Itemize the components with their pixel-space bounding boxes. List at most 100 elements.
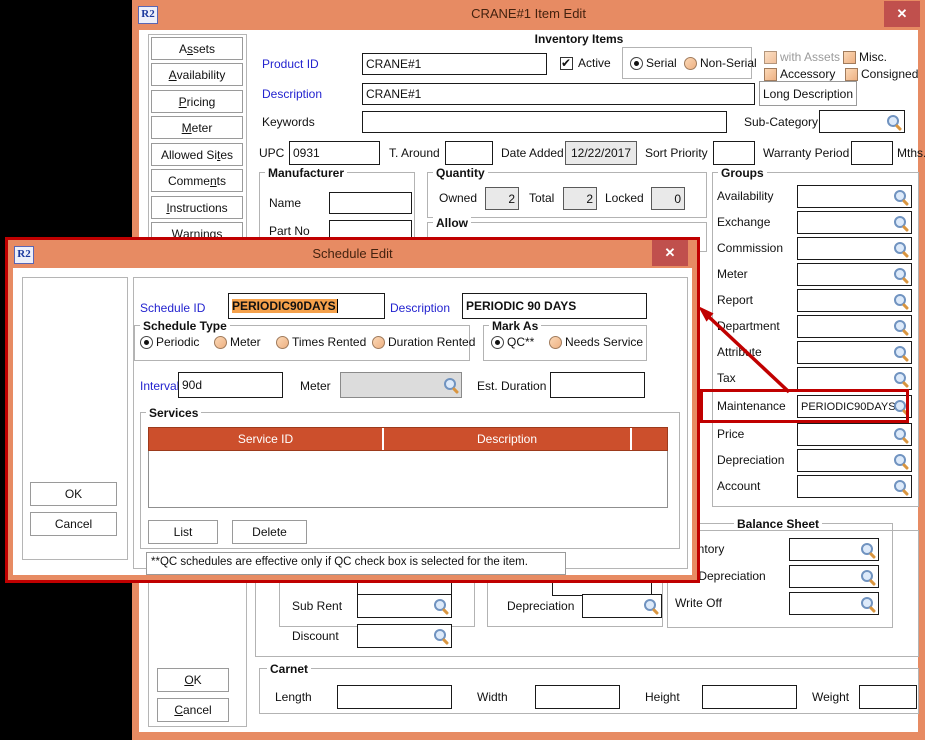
active-checkbox[interactable]: [560, 56, 573, 70]
search-icon[interactable]: [443, 377, 459, 393]
group-field-availability[interactable]: [797, 185, 912, 208]
consigned-checkbox[interactable]: [845, 68, 858, 81]
group-field-department[interactable]: [797, 315, 912, 338]
sched-description-field[interactable]: PERIODIC 90 DAYS: [462, 293, 647, 319]
service-id-column-header[interactable]: Service ID: [149, 428, 384, 450]
date-added-label: Date Added: [501, 146, 564, 160]
services-caption: Services: [146, 406, 202, 420]
item-edit-titlebar[interactable]: R2 CRANE#1 Item Edit ✕: [132, 0, 925, 28]
search-icon[interactable]: [893, 453, 909, 469]
group-field-report[interactable]: [797, 289, 912, 312]
close-icon[interactable]: ✕: [652, 240, 688, 266]
accessory-label: Accessory: [780, 67, 836, 81]
upc-label: UPC: [259, 146, 285, 160]
misc-checkbox[interactable]: [843, 51, 856, 64]
duration-rented-radio[interactable]: [372, 336, 385, 349]
length-field[interactable]: [337, 685, 452, 709]
groups-caption: Groups: [718, 166, 767, 180]
search-icon[interactable]: [433, 628, 449, 644]
depreciation-label: Depreciation: [507, 599, 575, 613]
group-field-account[interactable]: [797, 475, 912, 498]
group-label-report: Report: [717, 293, 754, 307]
needs-service-radio[interactable]: [549, 336, 562, 349]
schedule-edit-titlebar[interactable]: R2 Schedule Edit ✕: [8, 240, 697, 268]
sidebar-item-instructions[interactable]: Instructions: [151, 196, 243, 219]
description-label: Description: [262, 87, 323, 101]
non-serial-radio[interactable]: [684, 57, 697, 70]
schedule-id-field[interactable]: PERIODIC90DAYS: [228, 293, 385, 319]
upc-value: 0931: [293, 146, 320, 160]
sub-category-field[interactable]: [819, 110, 905, 133]
search-icon[interactable]: [893, 189, 909, 205]
sidebar-item-meter[interactable]: Meter: [151, 116, 243, 139]
close-icon[interactable]: ✕: [884, 1, 920, 27]
group-field-maintenance[interactable]: PERIODIC90DAYS: [797, 395, 912, 418]
delete-button[interactable]: Delete: [232, 520, 307, 544]
interval-field[interactable]: 90d: [178, 372, 283, 398]
services-table-body[interactable]: [148, 451, 668, 508]
upc-field[interactable]: 0931: [289, 141, 380, 165]
accessory-checkbox[interactable]: [764, 68, 777, 81]
with-assets-checkbox[interactable]: [764, 51, 777, 64]
width-field[interactable]: [535, 685, 620, 709]
group-field-depreciation[interactable]: [797, 449, 912, 472]
group-field-meter[interactable]: [797, 263, 912, 286]
item-edit-cancel-button[interactable]: Cancel: [157, 698, 229, 722]
search-icon[interactable]: [893, 215, 909, 231]
discount-field[interactable]: [357, 624, 452, 648]
search-icon[interactable]: [893, 427, 909, 443]
sidebar-item-comments[interactable]: Comme n ts: [151, 169, 243, 192]
t-around-field[interactable]: [445, 141, 493, 165]
schedule-edit-ok-button[interactable]: OK: [30, 482, 117, 506]
schedule-edit-cancel-button[interactable]: Cancel: [30, 512, 117, 536]
search-icon[interactable]: [893, 319, 909, 335]
discount-label: Discount: [292, 629, 339, 643]
group-label-commission: Commission: [717, 241, 784, 255]
group-field-exchange[interactable]: [797, 211, 912, 234]
group-field-price[interactable]: [797, 423, 912, 446]
periodic-radio[interactable]: [140, 336, 153, 349]
sub-rent-field[interactable]: [357, 594, 452, 618]
search-icon[interactable]: [886, 114, 902, 130]
sidebar-item-assets[interactable]: As sets: [151, 37, 243, 60]
item-edit-ok-button[interactable]: OK: [157, 668, 229, 692]
list-button[interactable]: List: [148, 520, 218, 544]
warranty-period-field[interactable]: [851, 141, 893, 165]
sidebar-item-availability[interactable]: Availability: [151, 63, 243, 86]
search-icon[interactable]: [893, 399, 909, 415]
meter-radio[interactable]: [214, 336, 227, 349]
description-field[interactable]: CRANE#1: [362, 83, 755, 105]
weight-field[interactable]: [859, 685, 917, 709]
description-column-header[interactable]: Description: [384, 428, 632, 450]
sidebar-item-pricing[interactable]: Pricing: [151, 90, 243, 113]
est-duration-field[interactable]: [550, 372, 645, 398]
product-id-label: Product ID: [262, 57, 319, 71]
schedule-id-label: Schedule ID: [140, 301, 206, 315]
search-icon[interactable]: [893, 371, 909, 387]
keywords-field[interactable]: [362, 111, 727, 133]
depreciation-field[interactable]: [582, 594, 662, 618]
product-id-field[interactable]: CRANE#1: [362, 53, 547, 75]
serial-radio[interactable]: [630, 57, 643, 70]
group-label-tax: Tax: [717, 371, 736, 385]
search-icon[interactable]: [893, 293, 909, 309]
group-field-attribute[interactable]: [797, 341, 912, 364]
sidebar-item-allowed-sites[interactable]: Allowed Si t es: [151, 143, 243, 166]
group-label-depreciation: Depreciation: [717, 453, 785, 467]
search-icon[interactable]: [643, 598, 659, 614]
search-icon[interactable]: [433, 598, 449, 614]
manufacturer-name-field[interactable]: [329, 192, 412, 214]
height-field[interactable]: [702, 685, 797, 709]
times-rented-radio[interactable]: [276, 336, 289, 349]
sched-meter-label: Meter: [300, 379, 331, 393]
long-description-button[interactable]: Long Description: [759, 81, 857, 106]
qc-radio[interactable]: [491, 336, 504, 349]
search-icon[interactable]: [893, 345, 909, 361]
search-icon[interactable]: [893, 267, 909, 283]
group-field-tax[interactable]: [797, 367, 912, 390]
search-icon[interactable]: [893, 479, 909, 495]
group-field-commission[interactable]: [797, 237, 912, 260]
sort-priority-field[interactable]: [713, 141, 755, 165]
mths-label: Mths.: [897, 146, 925, 160]
search-icon[interactable]: [893, 241, 909, 257]
